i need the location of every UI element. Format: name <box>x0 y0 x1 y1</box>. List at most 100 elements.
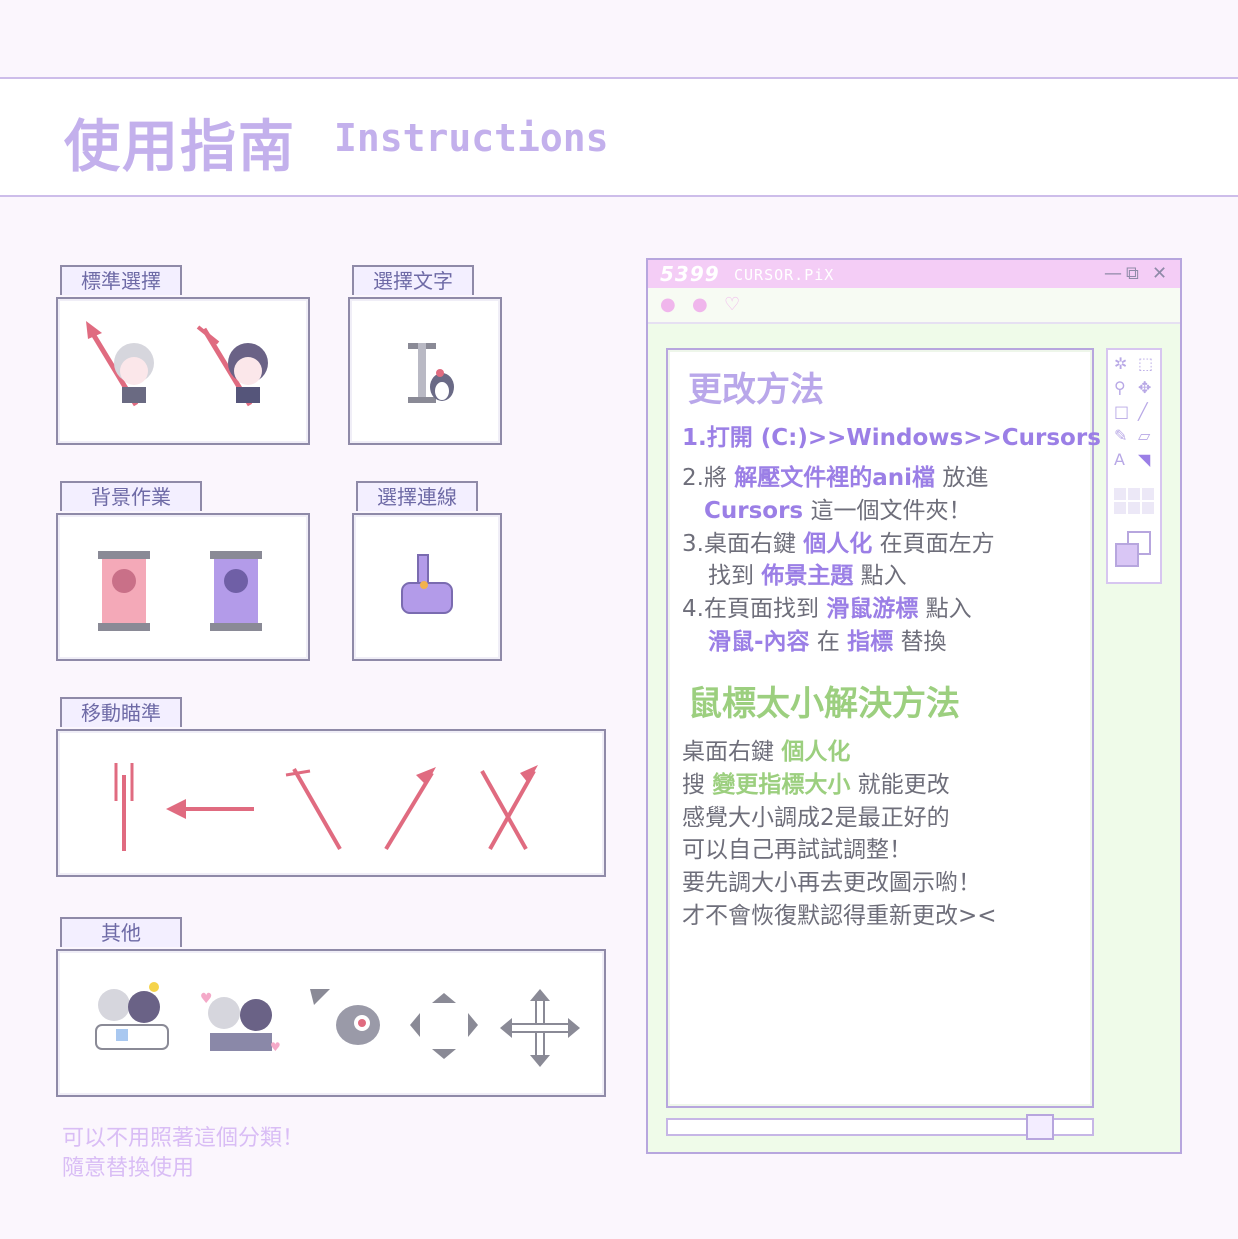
page-subtitle: Instructions <box>334 116 609 160</box>
window-titlebar[interactable]: 5399 CURSOR.PiX — ⧉ ✕ <box>648 260 1180 288</box>
other-cursor-icons: ♥ ♥ <box>95 982 580 1067</box>
size-heading: 鼠標太小解決方法 <box>688 684 960 724</box>
step-highlight: 佈景主題 <box>761 563 854 589</box>
step-2-cont: Cursors 這一個文件夾！ <box>704 491 971 525</box>
text-cursor-icons <box>408 343 454 403</box>
step-text: 這一個文件夾！ <box>810 498 972 524</box>
step-text: 在頁面左方 <box>879 531 995 557</box>
size-line: 可以自己再試試調整！ <box>682 837 912 863</box>
panel-link-select <box>352 513 502 661</box>
step-text: 放進 <box>942 465 989 491</box>
svg-text:♥: ♥ <box>200 991 213 1007</box>
chibi-bathtub-icon <box>95 982 169 1050</box>
page-title: 使用指南 <box>64 115 296 180</box>
heart-icon[interactable]: ♡ <box>724 294 740 315</box>
size-highlight: 變更指標大小 <box>712 772 851 798</box>
magic-wand-icon[interactable]: ✲ <box>1114 354 1127 373</box>
horizontal-resize-icon <box>166 799 254 819</box>
vertical-resize-icon <box>114 763 134 851</box>
tab-move-aim: 移動瞄準 <box>60 697 182 727</box>
size-text: 就能更改 <box>857 772 950 798</box>
step-text: 2.將 <box>682 465 727 491</box>
panel-move-aim <box>56 729 606 877</box>
hand-cursor-icon <box>401 554 453 614</box>
chibi-dark-icon <box>228 343 268 403</box>
size-line: 感覺大小調成2是最正好的 <box>682 805 950 831</box>
howto-heading: 更改方法 <box>688 370 824 410</box>
eyedropper-icon[interactable]: ✎ <box>1114 426 1127 445</box>
step-4: 4.在頁面找到 滑鼠游標 點入 <box>682 589 972 623</box>
footnote-line: 隨意替換使用 <box>62 1156 195 1181</box>
size-highlight: 個人化 <box>781 739 851 765</box>
fish-precision-icon <box>310 989 380 1045</box>
tab-background: 背景作業 <box>60 481 202 511</box>
swatch-grid-icon <box>1114 488 1154 514</box>
tab-text-select: 選擇文字 <box>352 265 474 295</box>
window-brand: 5399 <box>660 262 720 286</box>
text-tool-icon[interactable]: A <box>1114 450 1125 469</box>
size-line: 桌面右鍵 個人化 <box>682 732 850 766</box>
size-line: 才不會恢復默認得重新更改>< <box>682 903 997 929</box>
size-line: 要先調大小再去更改圖示喲！ <box>682 870 981 896</box>
step-text: 替換 <box>900 629 947 655</box>
fill-icon[interactable]: ◥ <box>1138 450 1150 469</box>
step-highlight: 滑鼠游標 <box>826 596 919 622</box>
panel-text-select <box>348 297 502 445</box>
penguin-icon <box>430 369 454 401</box>
panel-background <box>56 513 310 661</box>
size-text: 搜 <box>682 772 705 798</box>
footnote: 可以不用照著這個分類！ 隨意替換使用 <box>62 1124 304 1184</box>
crossed-trident-icon <box>480 765 538 850</box>
step-text: 4.在頁面找到 <box>682 596 819 622</box>
line-icon[interactable]: ╱ <box>1138 402 1148 421</box>
move-cross-icon <box>500 989 580 1067</box>
step-3-cont: 找到 佈景主題 點入 <box>708 556 907 590</box>
step-text: 點入 <box>860 563 907 589</box>
diagonal-resize-icon <box>285 768 342 850</box>
size-text: 桌面右鍵 <box>682 739 774 765</box>
skull-icon[interactable]: ● <box>660 294 676 315</box>
color-swatches <box>1114 488 1154 567</box>
rectangle-icon[interactable]: □ <box>1114 402 1129 421</box>
trident-chibi-icons <box>86 321 268 407</box>
pink-capsule-icon <box>98 551 150 631</box>
step-3: 3.桌面右鍵 個人化 在頁面左方 <box>682 524 995 558</box>
svg-text:♥: ♥ <box>270 1040 281 1054</box>
eraser-icon[interactable]: ▱ <box>1138 426 1150 445</box>
window-scrollbar[interactable] <box>666 1114 1094 1140</box>
step-text: 3.桌面右鍵 <box>682 531 796 557</box>
color-picker-icon <box>1115 531 1151 567</box>
step-text: 在 <box>816 629 840 655</box>
marquee-icon[interactable]: ⬚ <box>1138 354 1153 373</box>
size-line: 搜 變更指標大小 就能更改 <box>682 765 950 799</box>
minimize-button[interactable]: — <box>1104 263 1122 284</box>
panel-other: ♥ ♥ <box>56 949 606 1097</box>
chibi-couple-icon: ♥ ♥ <box>200 991 281 1054</box>
resize-trident-icons <box>114 763 538 851</box>
tab-normal-select: 標準選擇 <box>60 265 182 295</box>
instructions-content: 更改方法 1.打開 (C:)>>Windows>>Cursors 2.將 解壓文… <box>666 348 1101 1108</box>
zoom-icon[interactable]: ⚲ <box>1114 378 1126 397</box>
step-1: 1.打開 (C:)>>Windows>>Cursors <box>682 418 1101 452</box>
panel-normal-select <box>56 297 310 445</box>
step-highlight: 指標 <box>847 629 894 655</box>
window-toolbar: ● ● ♡ <box>648 288 1180 324</box>
close-button[interactable]: ✕ <box>1152 263 1167 284</box>
step-highlight: Cursors <box>704 498 804 524</box>
step-highlight: 個人化 <box>803 531 873 557</box>
tool-palette: ✲ ⬚ ⚲ ✥ □ ╱ ✎ ▱ A ◥ <box>1106 348 1162 584</box>
capsule-icons <box>98 551 262 631</box>
step-highlight: 滑鼠-內容 <box>708 629 810 655</box>
window-title: CURSOR.PiX <box>734 266 835 284</box>
step-2: 2.將 解壓文件裡的ani檔 放進 <box>682 458 988 492</box>
ghost-icon[interactable]: ● <box>692 294 708 315</box>
cursor-window: 5399 CURSOR.PiX — ⧉ ✕ ● ● ♡ 更改方法 1.打開 (C… <box>646 258 1182 1154</box>
step-text: 1.打開 (C:)>>Windows>>Cursors <box>682 425 1101 451</box>
scrollbar-thumb[interactable] <box>1026 1114 1054 1140</box>
move-icon[interactable]: ✥ <box>1138 378 1151 397</box>
tab-other: 其他 <box>60 917 182 947</box>
step-highlight: 解壓文件裡的ani檔 <box>734 465 936 491</box>
purple-capsule-icon <box>210 551 262 631</box>
restore-button[interactable]: ⧉ <box>1126 263 1139 284</box>
step-4-cont: 滑鼠-內容 在 指標 替換 <box>708 622 946 656</box>
